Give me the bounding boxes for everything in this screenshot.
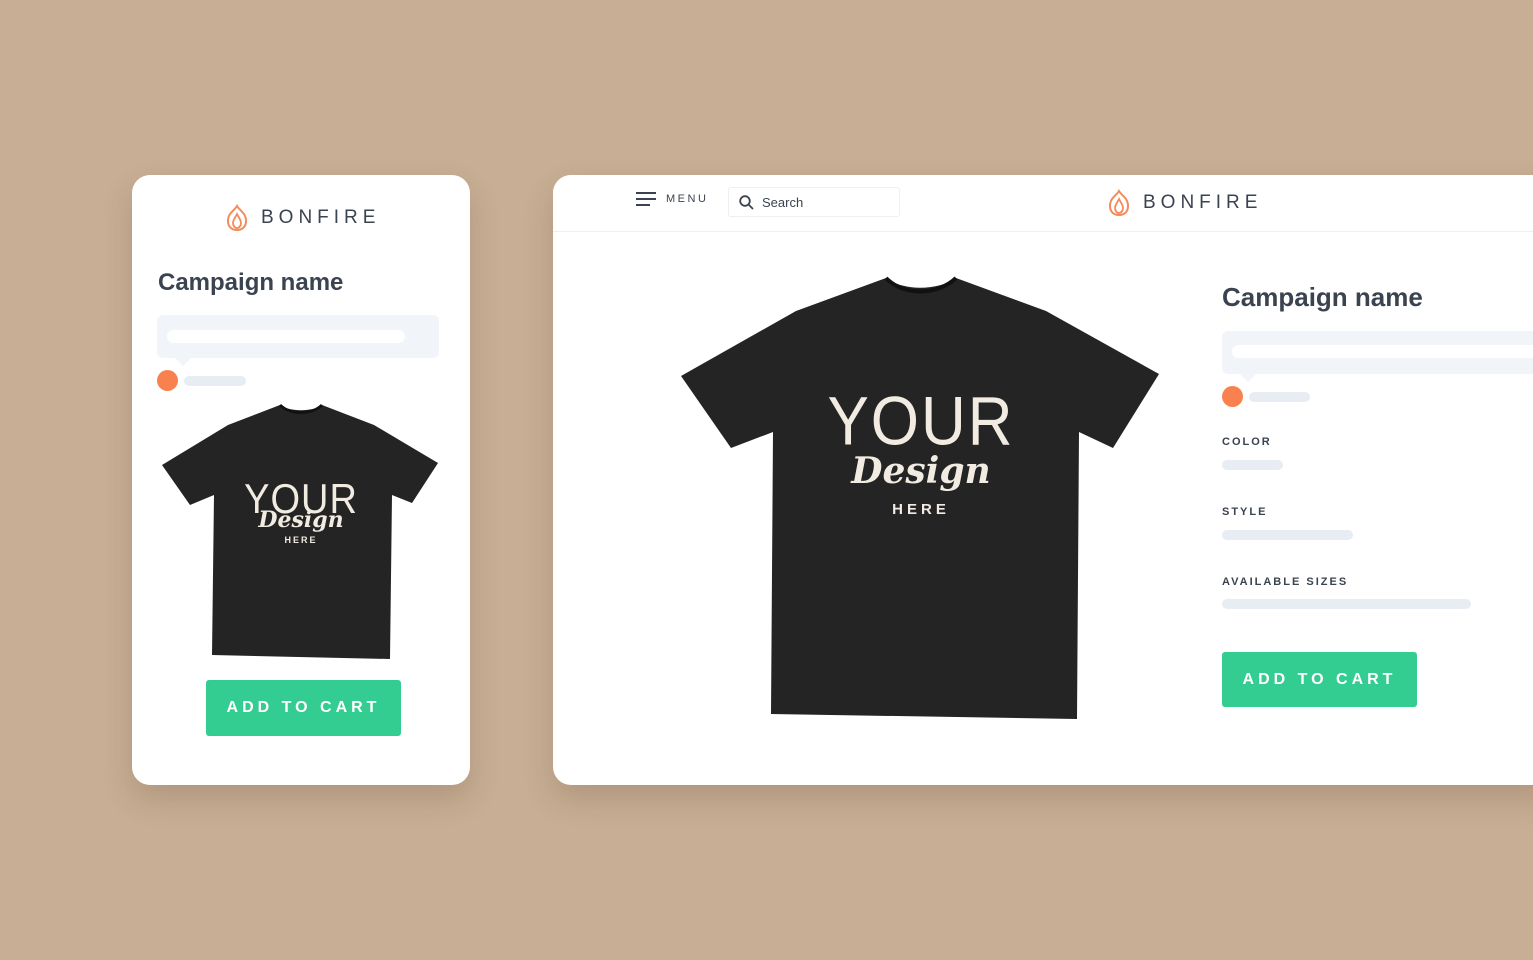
skeleton-line — [167, 330, 405, 343]
style-label: STYLE — [1222, 506, 1268, 518]
print-here: HERE — [892, 501, 950, 518]
print-design: Design — [257, 507, 343, 533]
campaign-title: Campaign name — [158, 269, 344, 296]
mobile-preview-card: BONFIRE Campaign name YOUR Design HERE A… — [132, 175, 470, 785]
search-placeholder: Search — [762, 194, 804, 210]
description-skeleton — [1222, 331, 1533, 382]
mobile-brand-logo[interactable]: BONFIRE — [225, 204, 380, 231]
print-here: HERE — [284, 535, 317, 545]
color-swatch[interactable] — [1222, 386, 1243, 407]
add-to-cart-button[interactable]: ADD TO CART — [1222, 652, 1417, 707]
desktop-preview-card: MENU Search BONFIRE YOUR Design HERE Cam… — [553, 175, 1533, 785]
desktop-header: MENU Search BONFIRE — [553, 175, 1533, 232]
color-label: COLOR — [1222, 436, 1272, 448]
brand-name: BONFIRE — [261, 206, 381, 228]
hamburger-menu-icon — [636, 192, 656, 206]
campaign-title: Campaign name — [1222, 282, 1423, 312]
style-value-skeleton — [1222, 530, 1353, 540]
skeleton-line — [1232, 345, 1533, 358]
skeleton-line — [184, 376, 246, 386]
menu-button[interactable]: MENU — [636, 192, 708, 206]
bonfire-flame-logo-icon — [1108, 189, 1130, 216]
tshirt-image: YOUR Design HERE — [162, 403, 438, 659]
add-to-cart-button[interactable]: ADD TO CART — [206, 680, 401, 736]
search-input[interactable]: Search — [728, 187, 900, 217]
sizes-value-skeleton — [1222, 599, 1471, 609]
print-your: YOUR — [827, 383, 1014, 459]
description-skeleton — [157, 315, 439, 366]
brand-name: BONFIRE — [1143, 191, 1263, 213]
bonfire-flame-logo-icon — [226, 204, 248, 231]
color-swatch[interactable] — [157, 370, 178, 391]
desktop-brand-logo[interactable]: BONFIRE — [1107, 189, 1262, 216]
tshirt-image: YOUR Design HERE — [681, 276, 1159, 719]
search-icon — [739, 194, 754, 210]
sizes-label: AVAILABLE SIZES — [1222, 576, 1349, 588]
color-value-skeleton — [1222, 460, 1283, 470]
print-design: Design — [850, 450, 990, 492]
menu-label: MENU — [666, 193, 709, 205]
skeleton-line — [1249, 392, 1310, 402]
